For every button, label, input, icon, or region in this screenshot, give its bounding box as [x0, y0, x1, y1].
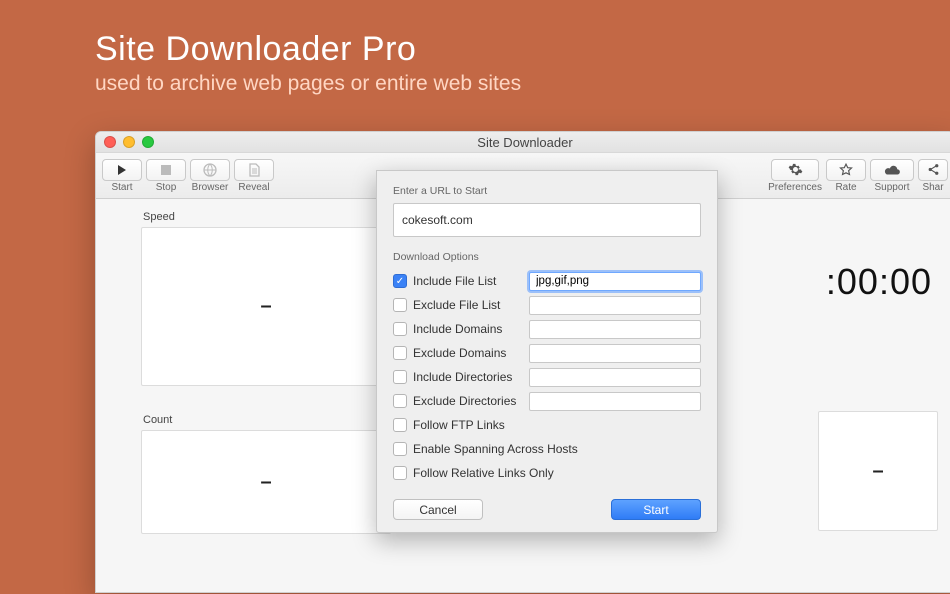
start-dialog: Enter a URL to Start Download Options ✓ I… — [376, 170, 718, 533]
option-input[interactable] — [529, 368, 701, 387]
option-checkbox[interactable] — [393, 346, 407, 360]
option-label: Follow FTP Links — [413, 418, 701, 432]
right-value: – — [872, 460, 883, 483]
options-section-label: Download Options — [393, 251, 701, 263]
option-row: Include Directories — [393, 365, 701, 389]
play-icon — [117, 164, 127, 176]
traffic-lights — [104, 136, 154, 148]
option-input[interactable] — [529, 320, 701, 339]
speed-value: – — [260, 295, 271, 318]
stop-button[interactable]: Stop — [146, 159, 186, 193]
count-label: Count — [143, 414, 391, 426]
globe-icon — [203, 163, 217, 177]
share-icon — [927, 163, 940, 176]
rate-button[interactable]: Rate — [826, 159, 866, 193]
share-label: Shar — [922, 182, 943, 193]
promo-title: Site Downloader Pro — [95, 30, 416, 69]
option-row: Exclude Domains — [393, 341, 701, 365]
option-label: Include Domains — [413, 322, 523, 336]
right-panel: – — [818, 411, 938, 531]
titlebar: Site Downloader — [96, 132, 950, 153]
option-row: Exclude File List — [393, 293, 701, 317]
promo-subtitle: used to archive web pages or entire web … — [95, 72, 521, 96]
support-label: Support — [874, 182, 909, 193]
option-checkbox[interactable] — [393, 370, 407, 384]
option-checkbox[interactable]: ✓ — [393, 274, 407, 288]
count-value: – — [260, 471, 271, 494]
option-input[interactable] — [529, 344, 701, 363]
star-icon — [839, 163, 853, 177]
zoom-window-button[interactable] — [142, 136, 154, 148]
option-label: Enable Spanning Across Hosts — [413, 442, 701, 456]
speed-panel: – — [141, 227, 391, 386]
option-row: Enable Spanning Across Hosts — [393, 437, 701, 461]
count-panel: – — [141, 430, 391, 534]
start-dialog-button[interactable]: Start — [611, 499, 701, 520]
browser-button[interactable]: Browser — [190, 159, 230, 193]
option-row: Follow FTP Links — [393, 413, 701, 437]
option-label: Exclude Directories — [413, 394, 523, 408]
option-label: Include Directories — [413, 370, 523, 384]
option-label: Include File List — [413, 274, 523, 288]
preferences-label: Preferences — [768, 182, 822, 193]
option-label: Follow Relative Links Only — [413, 466, 701, 480]
option-row: ✓ Include File List — [393, 269, 701, 293]
option-label: Exclude Domains — [413, 346, 523, 360]
cancel-button[interactable]: Cancel — [393, 499, 483, 520]
support-button[interactable]: Support — [870, 159, 914, 193]
window-title: Site Downloader — [477, 135, 572, 150]
rate-label: Rate — [835, 182, 856, 193]
browser-label: Browser — [192, 182, 229, 193]
option-row: Follow Relative Links Only — [393, 461, 701, 485]
cloud-icon — [883, 164, 901, 176]
option-label: Exclude File List — [413, 298, 523, 312]
url-input[interactable] — [393, 203, 701, 237]
speed-label: Speed — [143, 211, 391, 223]
option-checkbox[interactable] — [393, 466, 407, 480]
option-input[interactable] — [529, 296, 701, 315]
close-window-button[interactable] — [104, 136, 116, 148]
share-button[interactable]: Shar — [918, 159, 948, 193]
start-button[interactable]: Start — [102, 159, 142, 193]
preferences-button[interactable]: Preferences — [768, 159, 822, 193]
url-section-label: Enter a URL to Start — [393, 185, 701, 197]
option-checkbox[interactable] — [393, 442, 407, 456]
option-input[interactable] — [529, 392, 701, 411]
stop-icon — [161, 165, 171, 175]
reveal-label: Reveal — [238, 182, 269, 193]
option-checkbox[interactable] — [393, 298, 407, 312]
reveal-button[interactable]: Reveal — [234, 159, 274, 193]
option-checkbox[interactable] — [393, 418, 407, 432]
option-checkbox[interactable] — [393, 322, 407, 336]
start-label: Start — [111, 182, 132, 193]
gear-icon — [788, 162, 803, 177]
option-input[interactable] — [529, 272, 701, 291]
option-row: Exclude Directories — [393, 389, 701, 413]
stop-label: Stop — [156, 182, 177, 193]
option-row: Include Domains — [393, 317, 701, 341]
option-checkbox[interactable] — [393, 394, 407, 408]
document-icon — [249, 163, 260, 177]
minimize-window-button[interactable] — [123, 136, 135, 148]
